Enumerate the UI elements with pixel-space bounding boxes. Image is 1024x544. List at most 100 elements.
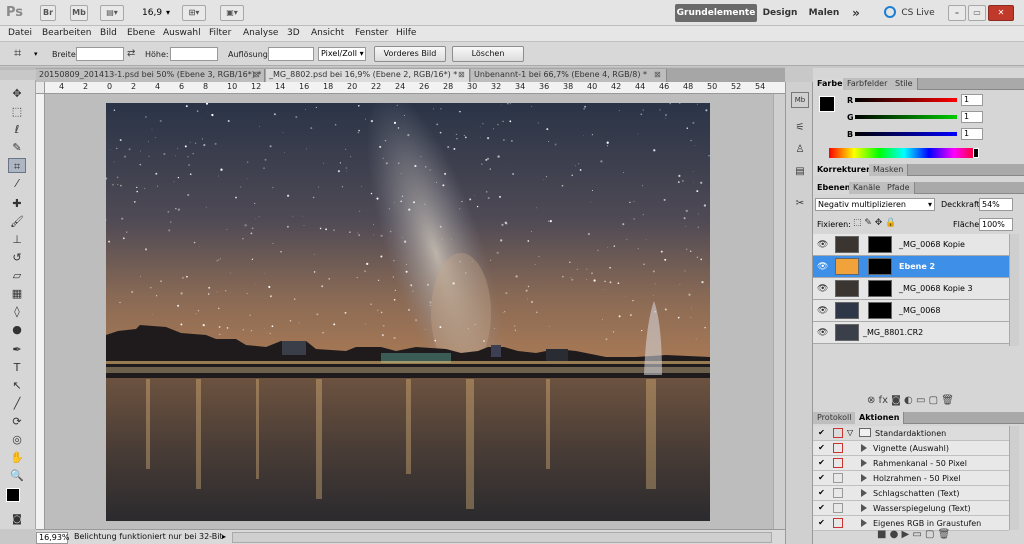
tab-kanaele[interactable]: Kanäle — [849, 182, 886, 194]
zoom-level[interactable]: 16,9 — [142, 8, 162, 18]
horizontal-ruler[interactable]: 4 2 0 2 4 6 8 10 12 14 16 18 20 22 24 26 28 30 32 34 36 38 40 4… — [45, 82, 785, 94]
doc-tab-2[interactable]: _MG_8802.psd bei 16,9% (Ebene 2, RGB/16*… — [266, 69, 470, 82]
minimize-button[interactable]: – — [948, 5, 966, 21]
gradient-tool-icon[interactable]: ▦ — [8, 286, 26, 301]
tab-farbfelder[interactable]: Farbfelder — [843, 78, 893, 90]
expand-triangle-icon[interactable] — [861, 504, 867, 512]
layer-row[interactable]: 👁 _MG_0068 Kopie — [813, 234, 1009, 256]
action-row[interactable]: ✔ Schlagschatten (Text) — [813, 486, 1009, 501]
tab-stile[interactable]: Stile — [891, 78, 918, 90]
menu-3d[interactable]: 3D — [287, 28, 300, 38]
crop-tool-icon[interactable]: ⌗ — [14, 46, 21, 61]
blend-mode-select[interactable]: Negativ multiplizieren ▾ — [815, 198, 935, 211]
layers-bottom-icons[interactable]: ⊗ fx ◙ ◐ ▭ ▢ 🗑 — [867, 395, 954, 406]
lock-icons[interactable]: ⬚ ✎ ✥ 🔒 — [853, 218, 896, 228]
move-tool-icon[interactable]: ✥ — [8, 86, 26, 101]
eraser-tool-icon[interactable]: ▱ — [8, 268, 26, 283]
maximize-button[interactable]: ▭ — [968, 5, 986, 21]
checkbox[interactable]: ✔ — [817, 488, 826, 497]
quick-selection-tool-icon[interactable]: ✎ — [8, 140, 26, 155]
workspace-malen[interactable]: Malen — [808, 4, 840, 22]
layers-scrollbar[interactable] — [1009, 234, 1019, 346]
type-tool-icon[interactable]: T — [8, 360, 26, 375]
3d-rotate-tool-icon[interactable]: ⟳ — [8, 414, 26, 429]
more-workspaces-button[interactable]: » — [848, 4, 864, 22]
status-zoom-field[interactable]: 16,93% — [36, 532, 70, 544]
expand-triangle-icon[interactable] — [861, 459, 867, 467]
cs-live-button[interactable]: CS Live — [900, 4, 936, 22]
doc-tab-1[interactable]: 20150809_201413-1.psd bei 50% (Ebene 3, … — [36, 69, 265, 82]
b-value-input[interactable]: 1 — [961, 128, 983, 140]
layer-row[interactable]: 👁 _MG_0068 — [813, 300, 1009, 322]
vorderes-bild-button[interactable]: Vorderes Bild — [374, 46, 446, 62]
expand-triangle-icon[interactable]: ▽ — [847, 428, 853, 437]
layer-row[interactable]: 👁 _MG_0068 Kopie 3 — [813, 278, 1009, 300]
expand-triangle-icon[interactable] — [861, 489, 867, 497]
action-row[interactable]: ✔ Holzrahmen - 50 Pixel — [813, 471, 1009, 486]
foreground-color-swatch[interactable] — [819, 96, 835, 112]
dialog-toggle[interactable] — [833, 458, 843, 468]
checkbox[interactable]: ✔ — [817, 458, 826, 467]
loeschen-button[interactable]: Löschen — [452, 46, 524, 62]
layer-row[interactable]: 👁 _MG_8801.CR2 — [813, 322, 1009, 344]
visibility-eye-icon[interactable]: 👁 — [817, 328, 828, 338]
3d-orbit-tool-icon[interactable]: ◎ — [8, 432, 26, 447]
close-button[interactable]: ✕ — [988, 5, 1014, 21]
checkbox[interactable]: ✔ — [817, 503, 826, 512]
healing-brush-tool-icon[interactable]: ✚ — [8, 196, 26, 211]
breite-input[interactable] — [76, 47, 124, 61]
r-value-input[interactable]: 1 — [961, 94, 983, 106]
cs-live-icon[interactable] — [884, 6, 896, 18]
fill-input[interactable]: 100% — [979, 218, 1013, 231]
screen-mode-button[interactable]: ▣▾ — [220, 5, 244, 21]
foreground-color-swatch[interactable] — [6, 488, 20, 502]
menu-datei[interactable]: Datei — [8, 28, 32, 38]
menu-analyse[interactable]: Analyse — [243, 28, 278, 38]
brush-presets-icon[interactable]: ⚟ — [791, 122, 809, 138]
document-image[interactable] — [106, 103, 710, 521]
vertical-scrollbar[interactable] — [773, 94, 785, 529]
menu-auswahl[interactable]: Auswahl — [163, 28, 201, 38]
action-set-row[interactable]: ✔ ▽ Standardaktionen — [813, 426, 1009, 441]
action-row[interactable]: ✔ Wasserspiegelung (Text) — [813, 501, 1009, 516]
mini-bridge-icon[interactable]: Mb — [791, 92, 809, 108]
hand-tool-icon[interactable]: ✋ — [8, 450, 26, 465]
tab-korrekturen[interactable]: Korrekturen — [813, 164, 877, 176]
notes-icon[interactable]: ▤ — [791, 166, 809, 182]
menu-fenster[interactable]: Fenster — [355, 28, 388, 38]
doc-tab-3[interactable]: Unbenannt-1 bei 66,7% (Ebene 4, RGB/8) * — [471, 69, 667, 82]
zoom-tool-icon[interactable]: 🔍 — [8, 468, 26, 483]
unit-select[interactable]: Pixel/Zoll ▾ — [318, 47, 366, 61]
action-row[interactable]: ✔ Rahmenkanal - 50 Pixel — [813, 456, 1009, 471]
visibility-eye-icon[interactable]: 👁 — [817, 306, 828, 316]
opacity-input[interactable]: 54% — [979, 198, 1013, 211]
checkbox[interactable]: ✔ — [817, 518, 826, 527]
bridge-button[interactable]: Br — [40, 5, 56, 21]
lasso-tool-icon[interactable]: ℓ — [8, 122, 26, 137]
extras-button[interactable]: ▤▾ — [100, 5, 124, 21]
arrange-documents-button[interactable]: ⊞▾ — [182, 5, 206, 21]
brush-tool-icon[interactable]: 🖌 — [8, 214, 26, 229]
workspace-grundelemente[interactable]: Grundelemente — [675, 4, 757, 22]
status-arrow-icon[interactable]: ▸ — [222, 532, 226, 541]
aufloesung-input[interactable] — [268, 47, 314, 61]
shape-tool-icon[interactable]: ╱ — [8, 396, 26, 411]
blur-tool-icon[interactable]: ◊ — [8, 304, 26, 319]
visibility-eye-icon[interactable]: 👁 — [817, 284, 828, 294]
path-selection-tool-icon[interactable]: ↖ — [8, 378, 26, 393]
swap-icon[interactable]: ⇄ — [127, 48, 135, 59]
chevron-down-icon[interactable]: ▾ — [34, 50, 38, 58]
horizontal-scrollbar[interactable] — [232, 532, 772, 543]
close-icon[interactable]: ⊠ — [253, 70, 260, 79]
pen-tool-icon[interactable]: ✒ — [8, 342, 26, 357]
mini-bridge-button[interactable]: Mb — [70, 5, 88, 21]
menu-bild[interactable]: Bild — [100, 28, 117, 38]
tool-presets-icon[interactable]: ✂ — [791, 198, 809, 214]
tab-pfade[interactable]: Pfade — [883, 182, 915, 194]
hoehe-input[interactable] — [170, 47, 218, 61]
dialog-toggle[interactable] — [833, 488, 843, 498]
marquee-tool-icon[interactable]: ⬚ — [8, 104, 26, 119]
ruler-origin[interactable] — [36, 82, 45, 94]
actions-bottom-icons[interactable]: ■ ● ▶ ▭ ▢ 🗑 — [877, 529, 950, 540]
menu-filter[interactable]: Filter — [209, 28, 231, 38]
